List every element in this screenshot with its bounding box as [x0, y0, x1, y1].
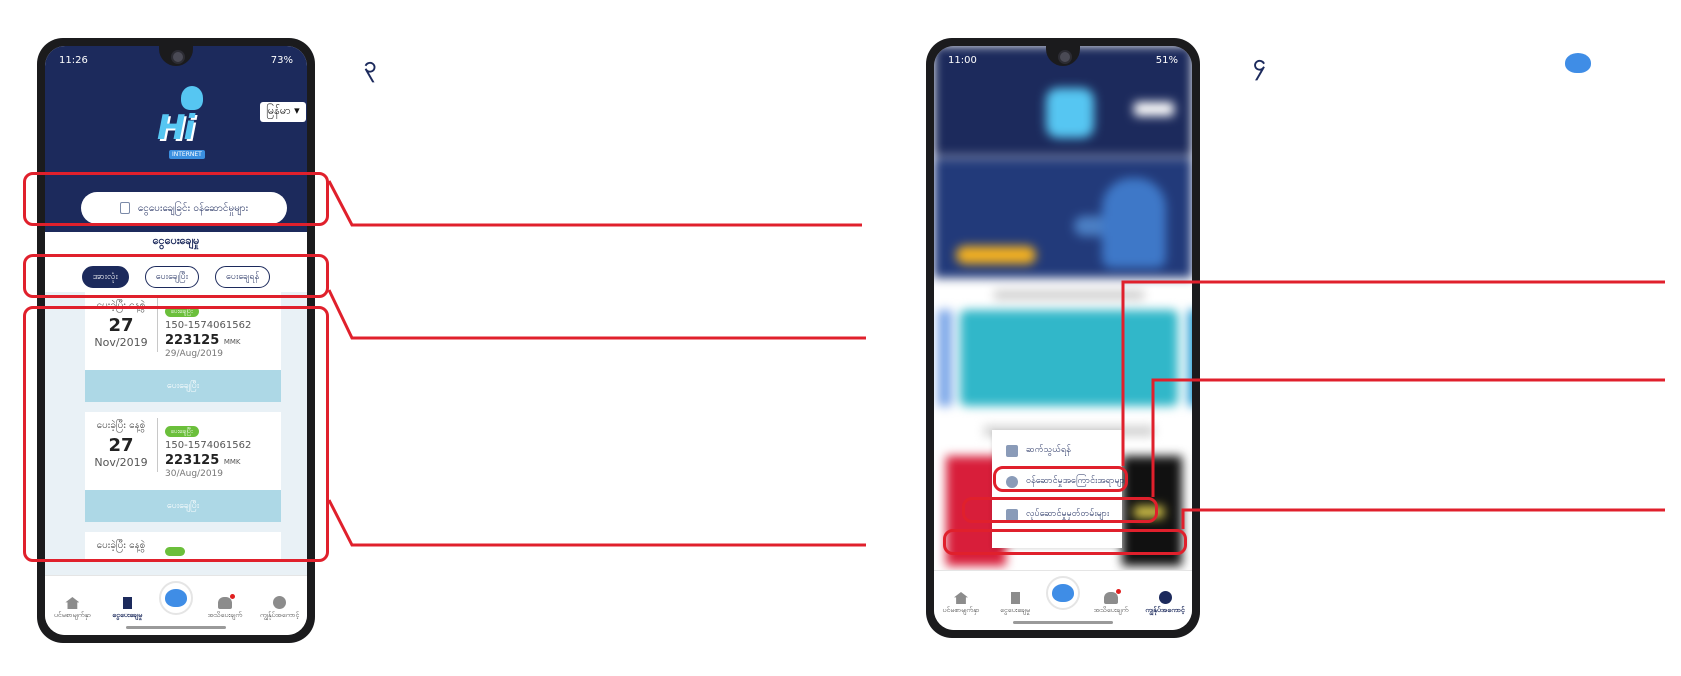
- annotation-lines: [327, 180, 1665, 547]
